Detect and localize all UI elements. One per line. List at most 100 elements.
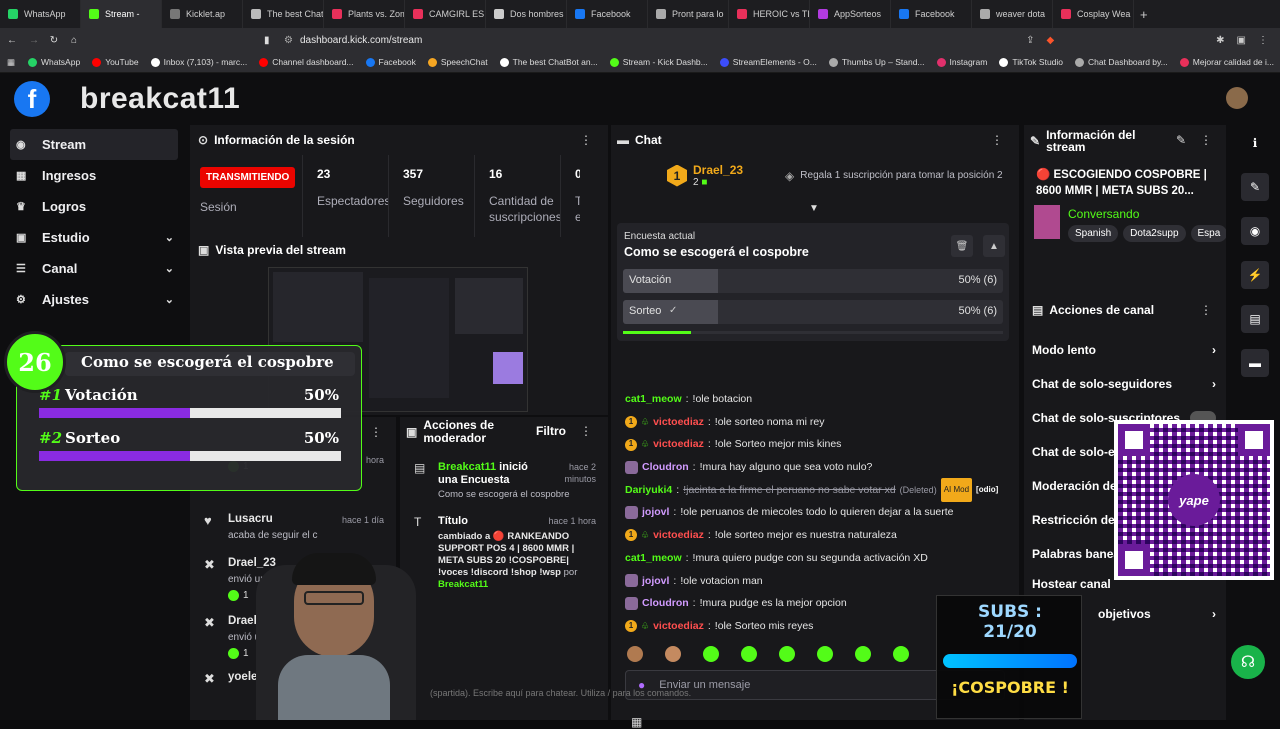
reload-icon[interactable]: ↻ [44, 35, 64, 46]
browser-tab[interactable]: WhatsApp [0, 0, 81, 28]
bookmark-item[interactable]: Inbox (7,103) - marc... [145, 57, 254, 67]
chat-username[interactable]: victoediaz [653, 433, 704, 456]
bookmark-item[interactable]: SpeechChat [422, 57, 494, 67]
menu-icon[interactable]: ⋮ [1258, 35, 1268, 46]
category-name[interactable]: Conversando [1068, 207, 1139, 221]
nav-item-estudio[interactable]: ▣ Estudio ⌄ [0, 222, 190, 253]
bookmark-icon[interactable]: ▮ [264, 35, 284, 46]
browser-tab[interactable]: weaver dota [972, 0, 1053, 28]
extensions-icon[interactable]: ✱ [1216, 35, 1224, 46]
browser-tab[interactable]: Pront para lo [648, 0, 729, 28]
poll-option[interactable]: Sorteo ✓ 50% (6) [623, 300, 1003, 324]
bookmark-item[interactable]: Instagram [931, 57, 994, 67]
browser-tab[interactable]: Kicklet.ap [162, 0, 243, 28]
nav-item-ajustes[interactable]: ⚙ Ajustes ⌄ [0, 284, 190, 315]
share-icon[interactable]: ⇪ [1026, 35, 1034, 46]
bookmark-item[interactable]: Chat Dashboard by... [1069, 57, 1174, 67]
browser-tab[interactable]: Plants vs. Zom [324, 0, 405, 28]
channel-action-item[interactable]: Modo lento › [1024, 333, 1226, 367]
poll-delete-button[interactable]: 🗑 [951, 235, 973, 257]
stream-info-menu-icon[interactable]: ⋮ [1200, 133, 1212, 147]
browser-tab[interactable]: Stream - [81, 0, 162, 28]
sub-badge-icon: 1 [625, 620, 637, 633]
nav-item-canal[interactable]: ☰ Canal ⌄ [0, 253, 190, 284]
chat-username[interactable]: victoediaz [653, 615, 704, 638]
chat-username[interactable]: cat1_meow [625, 547, 682, 570]
mod-menu-icon[interactable]: ⋮ [580, 424, 592, 438]
mod-action-byuser[interactable]: Breakcat11 [438, 579, 488, 590]
profile-avatar[interactable] [1226, 87, 1248, 109]
browser-tab[interactable]: HEROIC vs TE [729, 0, 810, 28]
session-menu-icon[interactable]: ⋮ [580, 133, 592, 147]
tag-chip[interactable]: Espa [1190, 225, 1226, 242]
chevron-down-icon[interactable]: ⌄ [165, 262, 174, 275]
headset-button[interactable]: ☊ [1231, 645, 1265, 679]
nav-item-stream[interactable]: ◉ Stream [10, 129, 178, 160]
bookmark-item[interactable]: Stream - Kick Dashb... [604, 57, 714, 67]
filter-button[interactable]: Filtro [536, 424, 566, 438]
bookmark-item[interactable]: Channel dashboard... [253, 57, 359, 67]
apps-icon[interactable]: ▦ [0, 57, 22, 68]
poll-collapse-button[interactable]: ▲ [983, 235, 1005, 257]
new-tab-icon[interactable]: + [1140, 7, 1148, 22]
bookmark-item[interactable]: Facebook [360, 57, 422, 67]
camera-icon[interactable]: ◉ [1241, 217, 1269, 245]
bookmark-item[interactable]: YouTube [86, 57, 144, 67]
bookmark-item[interactable]: Mejorar calidad de i... [1174, 57, 1280, 67]
chat-bubble-icon[interactable]: ▬ [1241, 349, 1269, 377]
chevron-down-icon[interactable]: ⌄ [165, 293, 174, 306]
stat-label: Seguidores [403, 194, 464, 208]
site-info-icon[interactable]: ⚙ [284, 35, 300, 46]
browser-tab[interactable]: Dos hombres [486, 0, 567, 28]
bookmark-favicon-icon [999, 57, 1009, 67]
browser-tab[interactable]: The best Chat [243, 0, 324, 28]
pencil-icon[interactable]: ✎ [1241, 173, 1269, 201]
brave-shield-icon[interactable]: ◆ [1046, 35, 1054, 46]
browser-tab[interactable]: Facebook [891, 0, 972, 28]
activity-user[interactable]: Lusacru [228, 513, 273, 525]
bookmark-item[interactable]: Thumbs Up – Stand... [823, 57, 931, 67]
browser-tab[interactable]: Facebook [567, 0, 648, 28]
bookmark-favicon-icon [1179, 57, 1189, 67]
subs-label: SUBS : [978, 602, 1042, 622]
activity-menu-icon[interactable]: ⋮ [370, 425, 382, 439]
home-icon[interactable]: ⌂ [64, 35, 84, 46]
browser-tab[interactable]: Cosplay Wea [1053, 0, 1134, 28]
collapse-icon[interactable]: ▼ [809, 203, 819, 214]
chat-username[interactable]: Dariyuki4 [625, 479, 672, 502]
screenshot-icon[interactable]: ▣ [1237, 35, 1246, 46]
nav-item-logros[interactable]: ♛ Logros [0, 191, 190, 222]
back-icon[interactable]: ← [0, 35, 24, 46]
bookmark-item[interactable]: The best ChatBot an... [494, 57, 604, 67]
mod-action-user[interactable]: Título [438, 515, 468, 527]
tag-chip[interactable]: Dota2supp [1123, 225, 1186, 242]
tag-chip[interactable]: Spanish [1068, 225, 1119, 242]
chat-username[interactable]: jojovl [642, 570, 669, 593]
forward-icon[interactable]: → [24, 35, 44, 46]
browser-tab[interactable]: AppSorteos [810, 0, 891, 28]
chat-username[interactable]: jojovl [642, 501, 669, 524]
channel-actions-menu-icon[interactable]: ⋮ [1200, 303, 1212, 317]
store-icon[interactable]: ▦ [631, 715, 642, 729]
bookmark-item[interactable]: WhatsApp [22, 57, 86, 67]
gift-text[interactable]: Regala 1 suscripción para tomar la posic… [800, 170, 1002, 181]
browser-tab[interactable]: CAMGIRL ES [405, 0, 486, 28]
chat-username[interactable]: victoediaz [653, 524, 704, 547]
document-icon[interactable]: ▤ [1241, 305, 1269, 333]
lightning-icon[interactable]: ⚡ [1241, 261, 1269, 289]
chat-username[interactable]: Cloudron [642, 456, 689, 479]
mod-action-user[interactable]: Breakcat11 [438, 461, 496, 473]
edit-icon[interactable]: ✎ [1176, 133, 1186, 147]
info-circle-icon[interactable]: ℹ [1241, 129, 1269, 157]
bookmark-item[interactable]: StreamElements - O... [714, 57, 823, 67]
poll-option[interactable]: Votación 50% (6) [623, 269, 1003, 293]
url-text[interactable]: dashboard.kick.com/stream [300, 35, 422, 46]
nav-item-ingresos[interactable]: ▦ Ingresos [0, 160, 190, 191]
chat-username[interactable]: Cloudron [642, 592, 689, 615]
chevron-down-icon[interactable]: ⌄ [165, 231, 174, 244]
bookmark-item[interactable]: TikTok Studio [993, 57, 1069, 67]
channel-action-item[interactable]: Chat de solo-seguidores › [1024, 367, 1226, 401]
chat-username[interactable]: victoediaz [653, 411, 704, 434]
chat-menu-icon[interactable]: ⋮ [991, 133, 1003, 147]
chat-username[interactable]: cat1_meow [625, 388, 682, 411]
